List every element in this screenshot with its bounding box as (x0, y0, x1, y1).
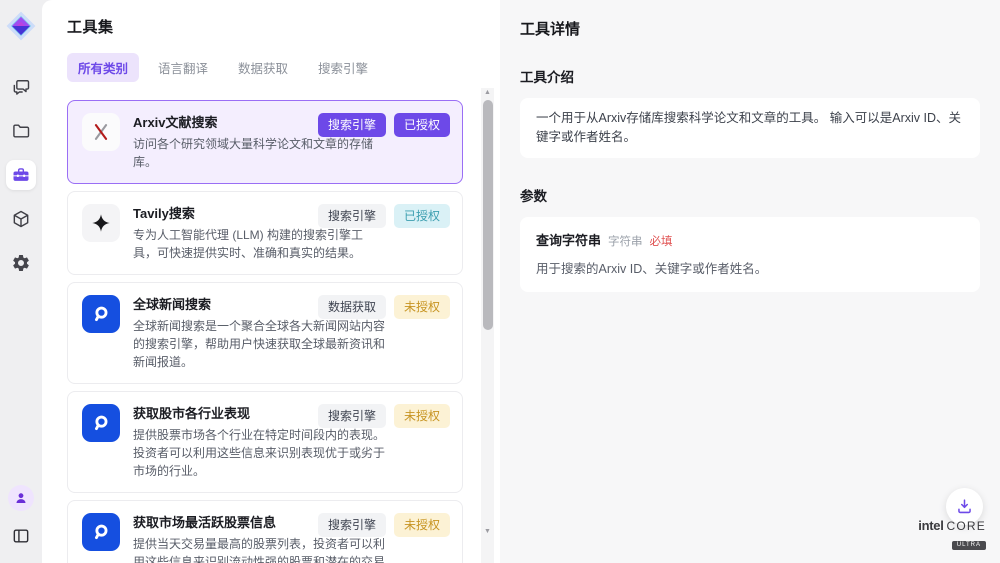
tab-search-engine[interactable]: 搜索引擎 (307, 53, 379, 82)
scrollbar-thumb[interactable] (483, 100, 493, 330)
intro-text: 一个用于从Arxiv存储库搜索科学论文和文章的工具。 输入可以是Arxiv ID… (536, 111, 961, 144)
download-icon (955, 497, 974, 516)
user-avatar[interactable] (8, 485, 34, 511)
param-card: 查询字符串 字符串 必填 用于搜索的Arxiv ID、关键字或作者姓名。 (520, 217, 980, 292)
active-stocks-icon (82, 513, 120, 551)
tool-card-arxiv[interactable]: Arxiv文献搜索 访问各个研究领域大量科学论文和文章的存储库。 搜索引擎 已授… (67, 100, 463, 184)
category-badge: 搜索引擎 (318, 113, 386, 137)
auth-badge: 未授权 (394, 404, 450, 428)
sidebar-item-toolbox[interactable] (6, 160, 36, 190)
auth-badge: 未授权 (394, 295, 450, 319)
brand-intel-text: intel (918, 518, 943, 533)
category-badge: 搜索引擎 (318, 404, 386, 428)
param-description: 用于搜索的Arxiv ID、关键字或作者姓名。 (536, 260, 964, 278)
category-badge: 搜索引擎 (318, 204, 386, 228)
auth-badge: 未授权 (394, 513, 450, 537)
tab-data-acquisition[interactable]: 数据获取 (227, 53, 299, 82)
sidebar-item-files[interactable] (6, 116, 36, 146)
cube-icon (11, 209, 31, 229)
param-type: 字符串 (608, 233, 643, 252)
page-title: 工具集 (67, 16, 475, 37)
sidebar-item-models[interactable] (6, 204, 36, 234)
param-required-badge: 必填 (650, 233, 673, 252)
sidebar-item-chat[interactable] (6, 72, 36, 102)
chat-icon (11, 77, 31, 97)
intro-heading: 工具介绍 (520, 66, 980, 86)
category-tabs: 所有类别 语言翻译 数据获取 搜索引擎 (42, 53, 500, 82)
scrollbar-down-icon[interactable]: ▼ (484, 527, 491, 537)
user-avatar-icon (13, 490, 29, 506)
intel-core-logo: intel core ultra (918, 518, 986, 551)
brand-ultra-badge: ultra (952, 541, 986, 550)
tool-card-global-news[interactable]: 全球新闻搜索 全球新闻搜索是一个聚合全球各大新闻网站内容的搜索引擎，帮助用户快速… (67, 282, 463, 384)
detail-title: 工具详情 (520, 18, 980, 39)
tool-description: 提供股票市场各个行业在特定时间段内的表现。投资者可以利用这些信息来识别表现优于或… (133, 426, 385, 480)
list-scrollbar[interactable]: ▲ ▼ (481, 88, 494, 563)
layout-toggle-icon (11, 526, 31, 546)
stock-sector-icon (82, 404, 120, 442)
global-news-icon (82, 295, 120, 333)
tab-all-categories[interactable]: 所有类别 (67, 53, 139, 82)
params-heading: 参数 (520, 185, 980, 205)
brand-core-text: core (947, 519, 986, 533)
folder-icon (11, 121, 31, 141)
tool-card-tavily[interactable]: Tavily搜索 专为人工智能代理 (LLM) 构建的搜索引擎工具，可快速提供实… (67, 191, 463, 275)
collapse-sidebar-button[interactable] (6, 521, 36, 551)
tool-description: 访问各个研究领域大量科学论文和文章的存储库。 (133, 135, 385, 171)
app-logo-icon (5, 10, 37, 42)
category-badge: 搜索引擎 (318, 513, 386, 537)
toolset-panel: 工具集 所有类别 语言翻译 数据获取 搜索引擎 Arxiv文献搜索 访问各个研究… (42, 0, 500, 563)
auth-badge: 已授权 (394, 113, 450, 137)
app-window: 工具集 所有类别 语言翻译 数据获取 搜索引擎 Arxiv文献搜索 访问各个研究… (0, 0, 1000, 563)
tavily-star-icon (82, 204, 120, 242)
category-badge: 数据获取 (318, 295, 386, 319)
tool-detail-panel: 工具详情 工具介绍 一个用于从Arxiv存储库搜索科学论文和文章的工具。 输入可… (500, 0, 1000, 563)
auth-badge: 已授权 (394, 204, 450, 228)
tool-card-stock-sectors[interactable]: 获取股市各行业表现 提供股票市场各个行业在特定时间段内的表现。投资者可以利用这些… (67, 391, 463, 493)
tool-list: Arxiv文献搜索 访问各个研究领域大量科学论文和文章的存储库。 搜索引擎 已授… (42, 98, 500, 563)
sidebar-item-settings[interactable] (6, 248, 36, 278)
tab-language-translation[interactable]: 语言翻译 (147, 53, 219, 82)
tool-description: 全球新闻搜索是一个聚合全球各大新闻网站内容的搜索引擎，帮助用户快速获取全球最新资… (133, 317, 385, 371)
toolbox-icon (11, 165, 31, 185)
tool-description: 提供当天交易量最高的股票列表，投资者可以利用这些信息来识别流动性强的股票和潜在的… (133, 535, 385, 563)
gear-icon (11, 253, 31, 273)
intro-card: 一个用于从Arxiv存储库搜索科学论文和文章的工具。 输入可以是Arxiv ID… (520, 98, 980, 158)
scrollbar-up-icon[interactable]: ▲ (484, 88, 491, 98)
tool-card-active-stocks[interactable]: 获取市场最活跃股票信息 提供当天交易量最高的股票列表，投资者可以利用这些信息来识… (67, 500, 463, 563)
tool-description: 专为人工智能代理 (LLM) 构建的搜索引擎工具，可快速提供实时、准确和真实的结… (133, 226, 385, 262)
arxiv-x-icon (82, 113, 120, 151)
param-name: 查询字符串 (536, 231, 601, 250)
sidebar (0, 0, 42, 563)
